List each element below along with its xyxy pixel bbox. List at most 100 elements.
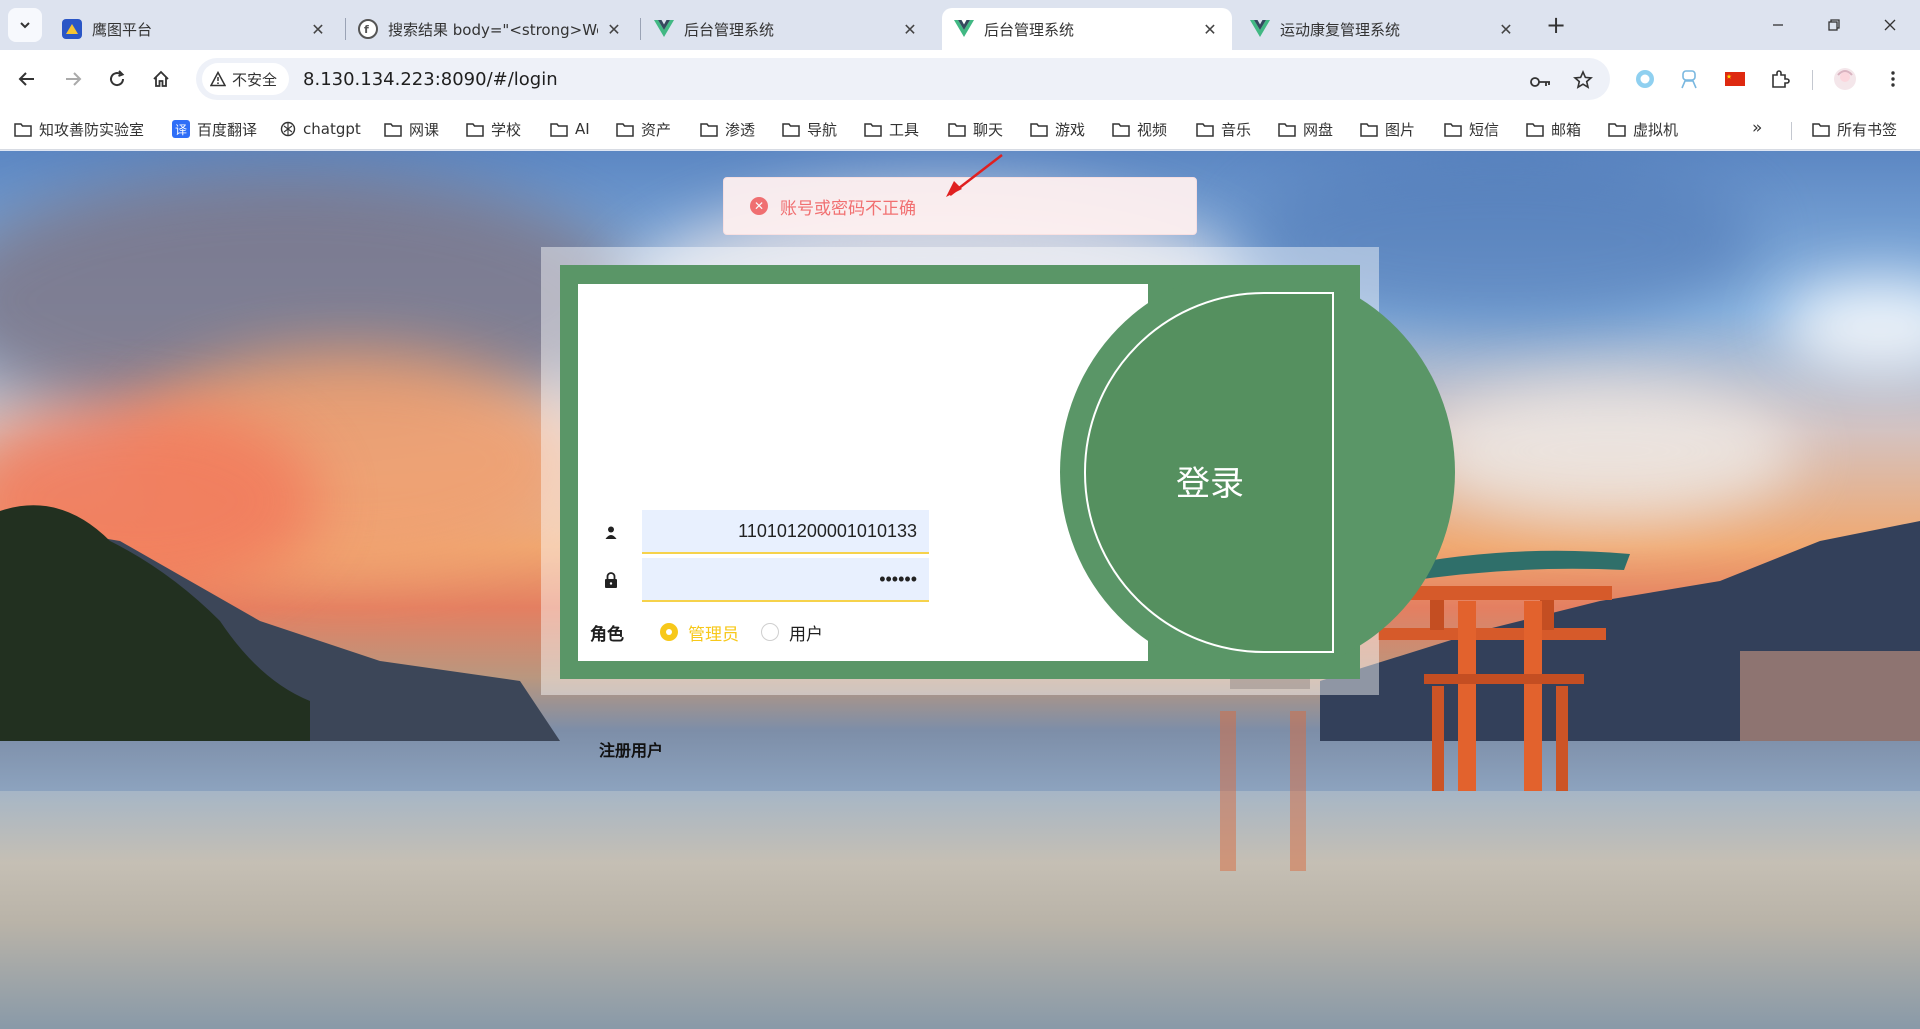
close-icon <box>1884 19 1896 31</box>
bookmark-label: 音乐 <box>1221 120 1252 139</box>
site-security-chip[interactable]: 不安全 <box>202 63 290 95</box>
bookmark-item[interactable]: 网盘 <box>1278 116 1333 142</box>
warning-icon <box>210 71 226 87</box>
arrow-left-icon <box>18 72 34 86</box>
bookmark-item[interactable]: 工具 <box>864 116 919 142</box>
folder-icon <box>700 122 718 137</box>
close-icon[interactable]: ✕ <box>1200 20 1220 39</box>
url-text[interactable]: 8.130.134.223:8090/#/login <box>303 69 558 90</box>
home-button[interactable] <box>144 62 178 96</box>
bookmark-item[interactable]: 学校 <box>466 116 521 142</box>
tab-2[interactable]: f 搜索结果 body="<strong>Wel ✕ <box>346 8 636 50</box>
extension-robot-icon[interactable] <box>1676 66 1702 92</box>
restore-button[interactable] <box>1806 0 1862 50</box>
translate-icon: 译 <box>172 120 190 138</box>
folder-icon <box>550 122 568 137</box>
bookmark-item[interactable]: 短信 <box>1444 116 1499 142</box>
search-engine-icon: f <box>358 19 378 39</box>
svg-text:译: 译 <box>175 123 187 137</box>
bookmark-item[interactable]: 图片 <box>1360 116 1415 142</box>
close-icon[interactable]: ✕ <box>604 20 624 39</box>
vue-logo-icon <box>954 19 974 39</box>
more-vertical-icon <box>1891 71 1895 87</box>
bookmark-label: AI <box>575 120 590 138</box>
close-window-button[interactable] <box>1862 0 1918 50</box>
bookmark-star-icon[interactable] <box>1572 69 1594 91</box>
password-key-icon[interactable] <box>1530 71 1552 93</box>
tab-1[interactable]: 鹰图平台 ✕ <box>50 8 340 50</box>
bookmark-label: 渗透 <box>725 120 756 139</box>
bookmark-item[interactable]: 聊天 <box>948 116 1003 142</box>
china-flag-icon[interactable] <box>1722 66 1748 92</box>
bookmark-label: 资产 <box>641 120 672 139</box>
bookmark-item[interactable]: 虚拟机 <box>1608 116 1678 142</box>
close-icon[interactable]: ✕ <box>1496 20 1516 39</box>
bookmark-item[interactable]: 导航 <box>782 116 837 142</box>
register-link[interactable]: 注册用户 <box>599 737 663 761</box>
bookmark-item[interactable]: 资产 <box>616 116 671 142</box>
address-bar[interactable]: 不安全 8.130.134.223:8090/#/login <box>196 58 1610 100</box>
username-row <box>594 510 934 554</box>
bookmark-item[interactable]: AI <box>550 116 590 142</box>
bookmarks-bar: » 所有书签 知攻善防实验室 译百度翻译 chatgpt 网课 学校 AI 资产 渗透 导航 工具… <box>0 108 1920 150</box>
extension-circle-icon[interactable] <box>1632 66 1658 92</box>
username-input[interactable] <box>642 510 929 554</box>
folder-icon <box>1444 122 1462 137</box>
tab-4-active[interactable]: 后台管理系统 ✕ <box>942 8 1232 50</box>
browser-menu-button[interactable] <box>1880 66 1906 92</box>
login-button[interactable]: 登录 <box>1130 450 1290 510</box>
radio-unchecked-icon <box>761 623 779 641</box>
browser-toolbar: 不安全 8.130.134.223:8090/#/login <box>0 50 1920 108</box>
close-icon[interactable]: ✕ <box>900 20 920 39</box>
folder-icon <box>14 122 32 137</box>
tab-search-button[interactable] <box>8 8 42 42</box>
tab-divider <box>640 18 641 40</box>
bookmarks-overflow-button[interactable]: » <box>1752 118 1762 138</box>
bookmark-item[interactable]: 音乐 <box>1196 116 1251 142</box>
back-button[interactable] <box>10 62 44 96</box>
reload-button[interactable] <box>100 62 134 96</box>
role-radio-user[interactable]: 用户 <box>761 620 823 645</box>
bookmark-label: 虚拟机 <box>1633 120 1679 139</box>
bookmark-label: chatgpt <box>303 120 361 138</box>
bookmark-item[interactable]: 知攻善防实验室 <box>14 116 144 142</box>
bookmark-label: 游戏 <box>1055 120 1086 139</box>
tab-title: 鹰图平台 <box>92 20 153 39</box>
bookmark-label: 工具 <box>889 120 920 139</box>
close-icon[interactable]: ✕ <box>308 20 328 39</box>
minimize-button[interactable] <box>1750 0 1806 50</box>
folder-icon <box>1608 122 1626 137</box>
tab-title: 搜索结果 body="<strong>Wel <box>388 20 598 39</box>
folder-icon <box>1526 122 1544 137</box>
profile-avatar[interactable] <box>1832 66 1858 92</box>
reload-icon <box>110 70 125 87</box>
new-tab-button[interactable]: + <box>1542 12 1570 40</box>
bookmark-label: 网课 <box>409 120 440 139</box>
forward-button[interactable] <box>56 62 90 96</box>
folder-icon <box>1278 122 1296 137</box>
tab-title: 后台管理系统 <box>984 20 1075 39</box>
bookmark-item[interactable]: 视频 <box>1112 116 1167 142</box>
eagle-logo-icon <box>62 19 82 39</box>
password-input[interactable] <box>642 558 929 602</box>
chevron-down-icon <box>20 22 30 29</box>
bookmark-item[interactable]: 译百度翻译 <box>172 116 257 142</box>
tab-3[interactable]: 后台管理系统 ✕ <box>642 8 932 50</box>
all-bookmarks-label: 所有书签 <box>1837 120 1898 139</box>
bookmark-item[interactable]: 网课 <box>384 116 439 142</box>
bookmark-item[interactable]: 邮箱 <box>1526 116 1581 142</box>
role-radio-admin[interactable]: 管理员 <box>660 620 739 645</box>
bookmark-item[interactable]: chatgpt <box>280 116 361 142</box>
folder-icon <box>1112 122 1130 137</box>
tab-strip: 鹰图平台 ✕ f 搜索结果 body="<strong>Wel ✕ 后台管理系统… <box>0 0 1920 50</box>
extensions-puzzle-icon[interactable] <box>1767 66 1793 92</box>
bookmark-item[interactable]: 游戏 <box>1030 116 1085 142</box>
bookmark-item[interactable]: 渗透 <box>700 116 755 142</box>
tab-5[interactable]: 运动康复管理系统 ✕ <box>1238 8 1528 50</box>
role-selector: 角色 管理员 用户 <box>590 617 845 647</box>
all-bookmarks-button[interactable]: 所有书签 <box>1812 116 1897 142</box>
folder-icon <box>466 122 484 137</box>
restore-icon <box>1828 19 1840 31</box>
bookmark-label: 短信 <box>1469 120 1500 139</box>
torii-reflection <box>1220 671 1310 871</box>
